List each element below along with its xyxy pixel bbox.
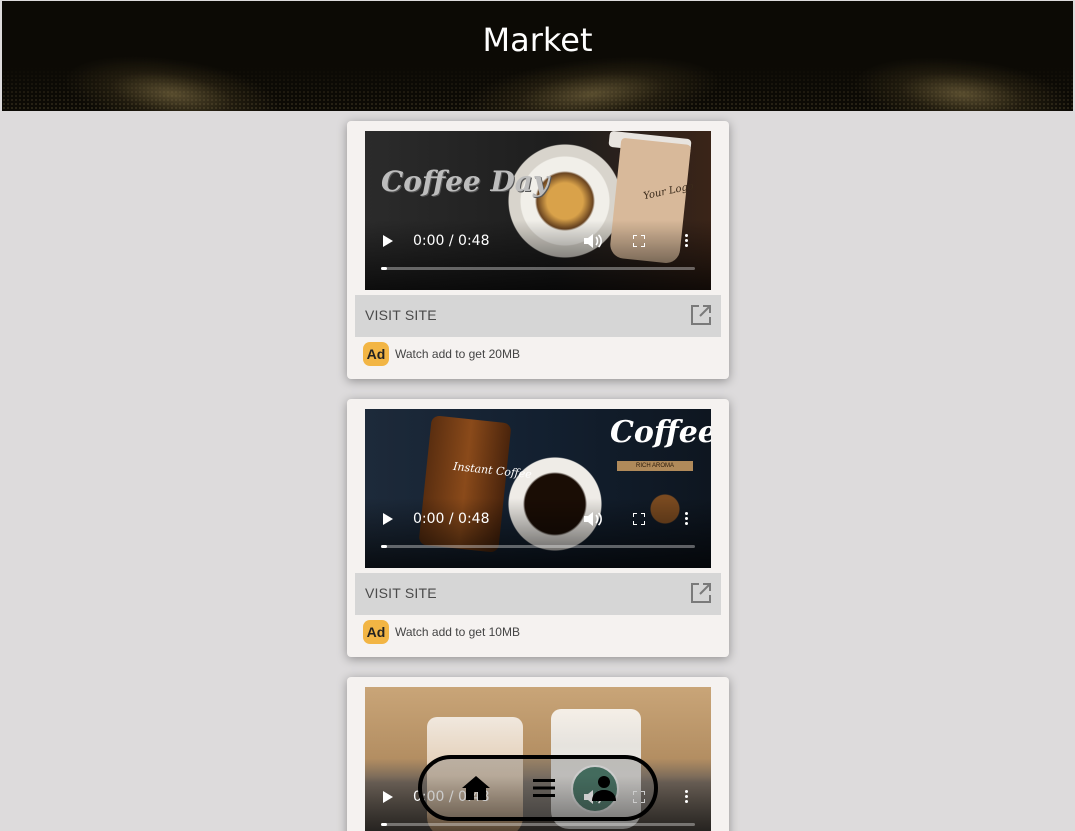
open-in-new-icon: [691, 305, 711, 325]
visit-site-button[interactable]: VISIT SITE: [355, 573, 721, 615]
thumbnail-brand-text: Coffee Day: [381, 165, 550, 198]
video-progress-bar[interactable]: [381, 823, 695, 826]
menu-icon[interactable]: [528, 772, 560, 804]
open-in-new-icon: [691, 583, 711, 603]
ad-card: Instant Coffee Coffee RICH AROMA 0:00 / …: [347, 399, 729, 657]
ad-reward-text: Watch add to get 10MB: [395, 625, 520, 639]
video-progress-bar[interactable]: [381, 545, 695, 548]
ad-reward-text: Watch add to get 20MB: [395, 347, 520, 361]
visit-site-button[interactable]: VISIT SITE: [355, 295, 721, 337]
progress-knob[interactable]: [381, 823, 387, 826]
video-controls: 0:00 / 0:48: [365, 509, 711, 531]
play-icon[interactable]: [383, 791, 393, 803]
video-time: 0:00 / 0:48: [413, 233, 490, 249]
video-time: 0:00 / 0:48: [413, 511, 490, 527]
more-options-icon[interactable]: [682, 789, 690, 805]
visit-site-label: VISIT SITE: [365, 307, 437, 323]
progress-knob[interactable]: [381, 545, 387, 548]
visit-site-label: VISIT SITE: [365, 585, 437, 601]
fullscreen-icon[interactable]: [633, 513, 645, 525]
home-icon[interactable]: [460, 772, 492, 804]
ad-card: Coffee Day Your Logo 0:00 / 0:48 VISIT S…: [347, 121, 729, 379]
thumbnail-title-text: Coffee: [610, 415, 711, 450]
more-options-icon[interactable]: [682, 511, 690, 527]
play-icon[interactable]: [383, 513, 393, 525]
ad-badge: Ad: [363, 342, 389, 366]
app-header: Market: [2, 1, 1073, 111]
play-icon[interactable]: [383, 235, 393, 247]
volume-icon[interactable]: [583, 233, 603, 249]
more-options-icon[interactable]: [682, 233, 690, 249]
ad-badge: Ad: [363, 620, 389, 644]
thumbnail-tagline: RICH AROMA: [617, 461, 693, 471]
video-controls: 0:00 / 0:48: [365, 231, 711, 253]
profile-icon[interactable]: [588, 772, 620, 804]
volume-icon[interactable]: [583, 511, 603, 527]
page-title: Market: [482, 21, 593, 59]
video-progress-bar[interactable]: [381, 267, 695, 270]
video-player[interactable]: Instant Coffee Coffee RICH AROMA 0:00 / …: [365, 409, 711, 568]
video-player[interactable]: Coffee Day Your Logo 0:00 / 0:48: [365, 131, 711, 290]
progress-knob[interactable]: [381, 267, 387, 270]
bottom-nav: [418, 755, 658, 821]
fullscreen-icon[interactable]: [633, 235, 645, 247]
